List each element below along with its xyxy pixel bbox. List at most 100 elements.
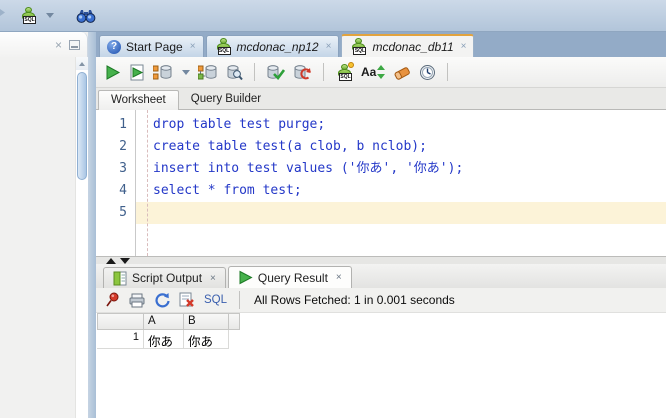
sql-developer-window: SQL × ? Start Page × SQL mcdonac_np12 × … bbox=[0, 0, 666, 418]
close-icon[interactable]: × bbox=[326, 41, 332, 52]
toolbar-separator bbox=[239, 291, 241, 309]
eraser-icon bbox=[393, 65, 411, 80]
tab-script-output[interactable]: Script Output × bbox=[103, 267, 226, 288]
tab-worksheet[interactable]: Worksheet bbox=[98, 90, 179, 110]
worksheet-dropdown-caret[interactable] bbox=[46, 13, 54, 18]
unshared-worksheet-button[interactable]: SQL bbox=[335, 61, 354, 83]
panel-scrollbar[interactable] bbox=[75, 57, 88, 418]
autotrace-db-icon bbox=[153, 64, 172, 81]
toolbar-separator bbox=[447, 63, 449, 81]
panel-close-icon[interactable]: × bbox=[55, 39, 62, 51]
close-icon[interactable]: × bbox=[210, 273, 216, 284]
main-toolbar: SQL bbox=[0, 0, 666, 32]
tab-label: mcdonac_np12 bbox=[236, 39, 319, 54]
commit-button[interactable] bbox=[266, 61, 285, 83]
table-row: 1 你あ 你あ bbox=[97, 330, 240, 349]
grid-corner-cell[interactable] bbox=[97, 313, 144, 330]
refresh-button[interactable] bbox=[154, 292, 170, 308]
splitter-collapse-up-icon[interactable] bbox=[106, 257, 116, 264]
case-toggle-icon: Aa bbox=[361, 65, 377, 79]
horizontal-splitter[interactable] bbox=[96, 256, 666, 264]
search-button[interactable] bbox=[74, 4, 98, 28]
fetch-status-text: All Rows Fetched: 1 in 0.001 seconds bbox=[254, 293, 455, 307]
run-statement-button[interactable] bbox=[104, 61, 121, 83]
run-script-icon bbox=[129, 64, 145, 81]
clock-icon bbox=[419, 64, 436, 81]
code-line[interactable]: select * from test; bbox=[136, 180, 666, 202]
code-line[interactable]: create table test(a clob, b nclob); bbox=[136, 136, 666, 158]
case-arrows-icon bbox=[377, 65, 386, 79]
line-number-gutter: 1 2 3 4 5 bbox=[96, 110, 136, 256]
sql-worksheet-icon: SQL bbox=[349, 38, 367, 55]
autotrace-dropdown-caret[interactable] bbox=[182, 69, 190, 75]
toolbar-overflow-fragment bbox=[0, 9, 5, 16]
line-number: 2 bbox=[119, 139, 127, 154]
code-line[interactable]: drop table test purge; bbox=[136, 114, 666, 136]
vertical-splitter[interactable] bbox=[88, 32, 96, 418]
panel-minimize-icon[interactable] bbox=[69, 39, 80, 50]
connections-panel: × bbox=[0, 32, 88, 418]
db-magnifier-icon bbox=[225, 64, 243, 81]
autotrace-button[interactable] bbox=[153, 61, 172, 83]
script-output-icon bbox=[113, 271, 127, 286]
tab-query-result[interactable]: Query Result × bbox=[227, 266, 352, 288]
tab-label: Start Page bbox=[126, 39, 183, 54]
sql-link[interactable]: SQL bbox=[204, 294, 227, 306]
tab-mcdonac-np12[interactable]: SQL mcdonac_np12 × bbox=[205, 35, 340, 57]
tab-label: Script Output bbox=[132, 271, 203, 285]
new-sql-worksheet-button[interactable]: SQL bbox=[16, 4, 40, 28]
worksheet-toolbar: SQL Aa bbox=[96, 57, 666, 88]
cell-b[interactable]: 你あ bbox=[184, 330, 229, 349]
column-header-b[interactable]: B bbox=[184, 313, 229, 330]
query-result-icon bbox=[238, 270, 253, 285]
worksheet-tab-bar: Worksheet Query Builder bbox=[96, 88, 666, 110]
grid-header-filler bbox=[229, 313, 240, 330]
line-number: 5 bbox=[119, 205, 127, 220]
commit-icon bbox=[266, 64, 285, 81]
cell-a[interactable]: 你あ bbox=[144, 330, 184, 349]
code-line[interactable]: insert into test values ('你あ', '你あ'); bbox=[136, 158, 666, 180]
sql-tuning-button[interactable] bbox=[225, 61, 243, 83]
clear-button[interactable] bbox=[393, 61, 411, 83]
row-number-cell[interactable]: 1 bbox=[97, 330, 144, 349]
output-tab-bar: Script Output × Query Result × bbox=[96, 264, 666, 288]
print-button[interactable] bbox=[129, 293, 145, 308]
close-icon[interactable]: × bbox=[190, 41, 196, 52]
tab-start-page[interactable]: ? Start Page × bbox=[99, 35, 204, 57]
column-header-a[interactable]: A bbox=[144, 313, 184, 330]
toolbar-separator bbox=[254, 63, 255, 81]
run-icon bbox=[104, 64, 121, 81]
sql-editor[interactable]: 1 2 3 4 5 drop table test purge; create … bbox=[96, 110, 666, 256]
sql-worksheet-icon: SQL bbox=[214, 38, 232, 55]
sql-worksheet-icon: SQL bbox=[19, 7, 37, 24]
close-icon[interactable]: × bbox=[461, 41, 467, 52]
rollback-icon bbox=[293, 64, 312, 81]
sql-badge-text: SQL bbox=[23, 16, 36, 24]
query-result-panel: A B 1 你あ 你あ bbox=[96, 313, 666, 418]
splitter-collapse-down-icon[interactable] bbox=[120, 257, 130, 264]
explain-plan-icon bbox=[198, 64, 217, 81]
document-tab-strip: ? Start Page × SQL mcdonac_np12 × SQL mc… bbox=[96, 32, 666, 57]
line-number: 3 bbox=[119, 161, 127, 176]
rollback-button[interactable] bbox=[293, 61, 312, 83]
tab-query-builder[interactable]: Query Builder bbox=[179, 90, 273, 109]
explain-plan-button[interactable] bbox=[198, 61, 217, 83]
scrollbar-thumb[interactable] bbox=[77, 72, 87, 180]
code-line-current[interactable] bbox=[136, 202, 666, 224]
binoculars-icon bbox=[76, 8, 96, 24]
line-number: 1 bbox=[119, 117, 127, 132]
margin-guide bbox=[147, 110, 148, 256]
result-grid: A B 1 你あ 你あ bbox=[97, 313, 240, 349]
tab-mcdonac-db11[interactable]: SQL mcdonac_db11 × bbox=[341, 34, 475, 57]
pin-button[interactable] bbox=[105, 292, 120, 308]
code-area[interactable]: drop table test purge; create table test… bbox=[136, 110, 666, 256]
result-toolbar: SQL All Rows Fetched: 1 in 0.001 seconds bbox=[96, 288, 666, 313]
close-icon[interactable]: × bbox=[336, 272, 342, 283]
sql-history-button[interactable] bbox=[419, 61, 436, 83]
fetch-delete-button[interactable] bbox=[179, 292, 195, 308]
to-upper-lower-button[interactable]: Aa bbox=[361, 61, 386, 83]
run-script-button[interactable] bbox=[129, 61, 145, 83]
scrollbar-up-icon[interactable] bbox=[76, 57, 88, 70]
tab-label: Query Result bbox=[257, 270, 328, 285]
connections-panel-header: × bbox=[0, 32, 88, 57]
